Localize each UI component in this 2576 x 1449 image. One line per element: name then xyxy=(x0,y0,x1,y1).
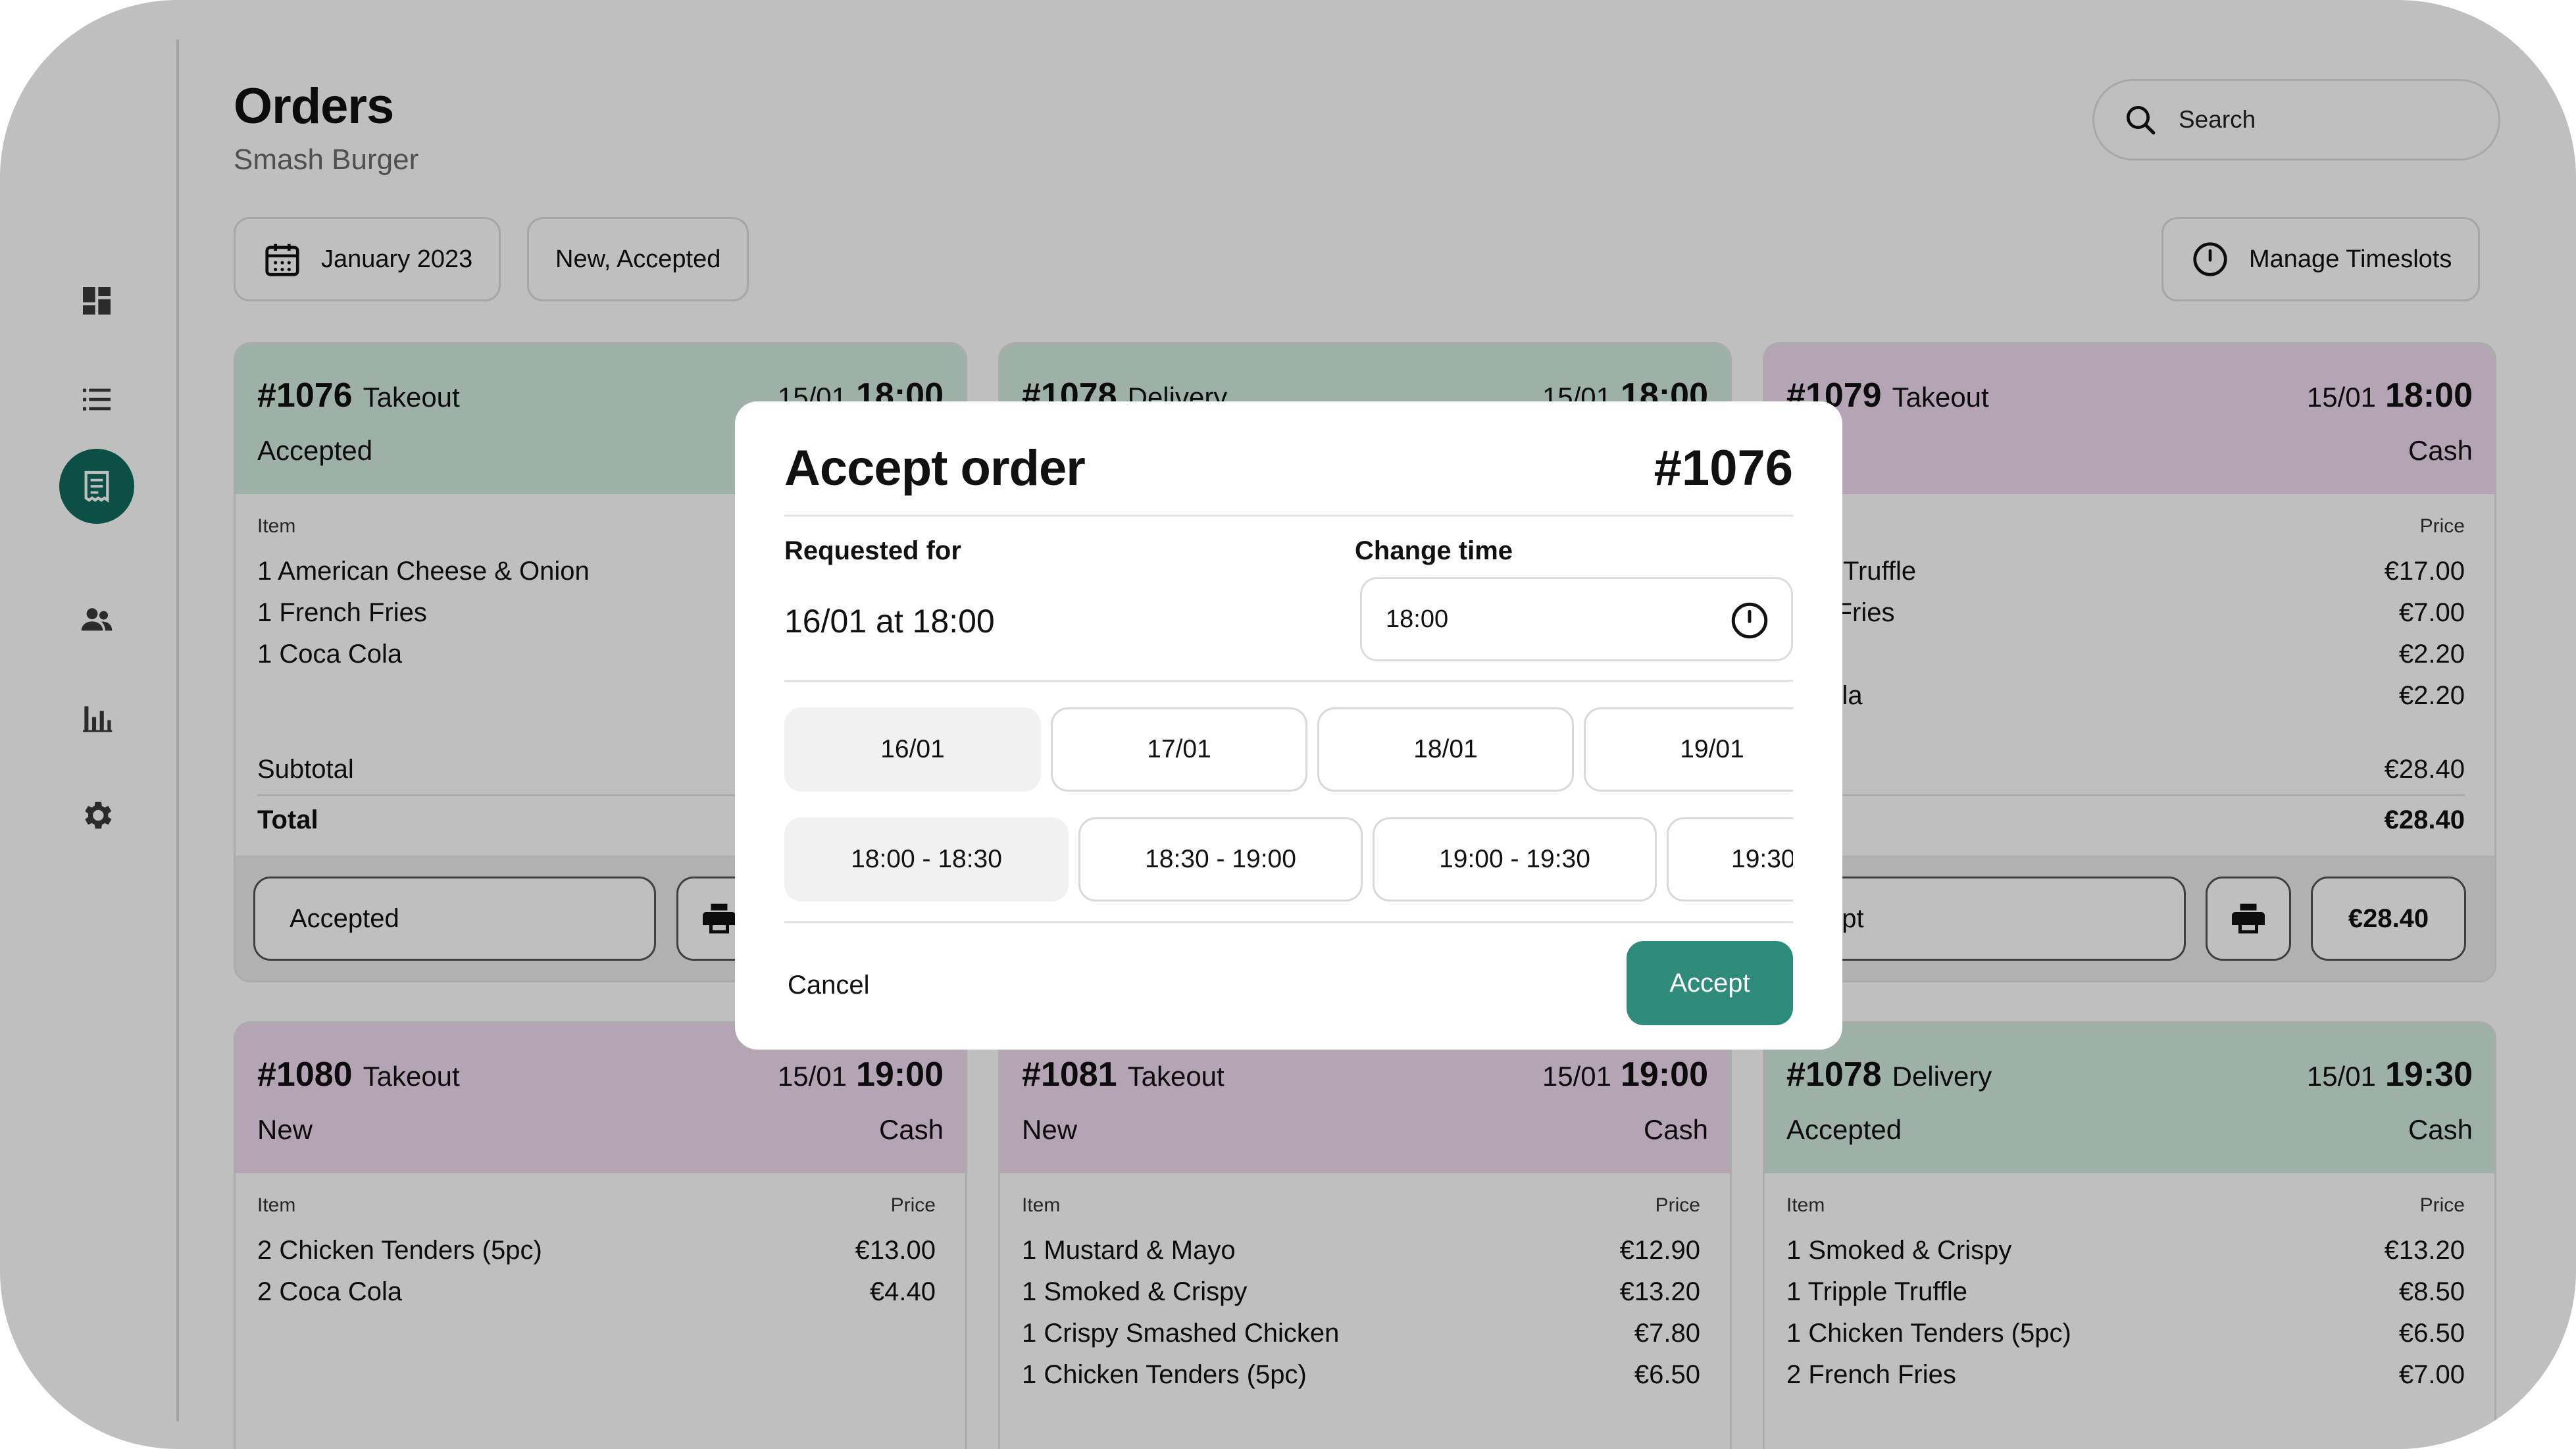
clock-icon[interactable] xyxy=(1728,599,1771,642)
timeslot-option[interactable]: 19:00 - 19:30 xyxy=(1373,817,1657,902)
date-option[interactable]: 17/01 xyxy=(1051,707,1307,792)
date-option[interactable]: 16/01 xyxy=(784,707,1041,792)
cancel-button[interactable]: Cancel xyxy=(788,971,870,1000)
timeslot-option[interactable]: 19:30 xyxy=(1667,817,1793,902)
timeslot-selector: 18:00 - 18:30 18:30 - 19:00 19:00 - 19:3… xyxy=(784,817,1793,903)
timeslot-option[interactable]: 18:00 - 18:30 xyxy=(784,817,1069,902)
change-time-label: Change time xyxy=(1355,536,1513,565)
accept-button[interactable]: Accept xyxy=(1627,941,1793,1025)
dialog-order-id: #1076 xyxy=(1654,440,1793,496)
requested-for-value: 16/01 at 18:00 xyxy=(784,603,995,640)
divider xyxy=(784,515,1793,517)
dialog-title: Accept order xyxy=(784,440,1086,496)
divider xyxy=(784,680,1793,682)
time-input[interactable]: 18:00 xyxy=(1360,577,1793,661)
app-window: Orders Smash Burger Search January 2023 … xyxy=(0,0,2576,1449)
accept-order-dialog: Accept order #1076 Requested for Change … xyxy=(735,401,1842,1050)
date-option[interactable]: 18/01 xyxy=(1317,707,1574,792)
date-option[interactable]: 19/01 xyxy=(1584,707,1793,792)
divider xyxy=(784,921,1793,923)
requested-for-label: Requested for xyxy=(784,536,961,565)
timeslot-option[interactable]: 18:30 - 19:00 xyxy=(1078,817,1363,902)
time-input-value: 18:00 xyxy=(1386,605,1449,633)
date-selector: 16/01 17/01 18/01 19/01 xyxy=(784,707,1793,793)
